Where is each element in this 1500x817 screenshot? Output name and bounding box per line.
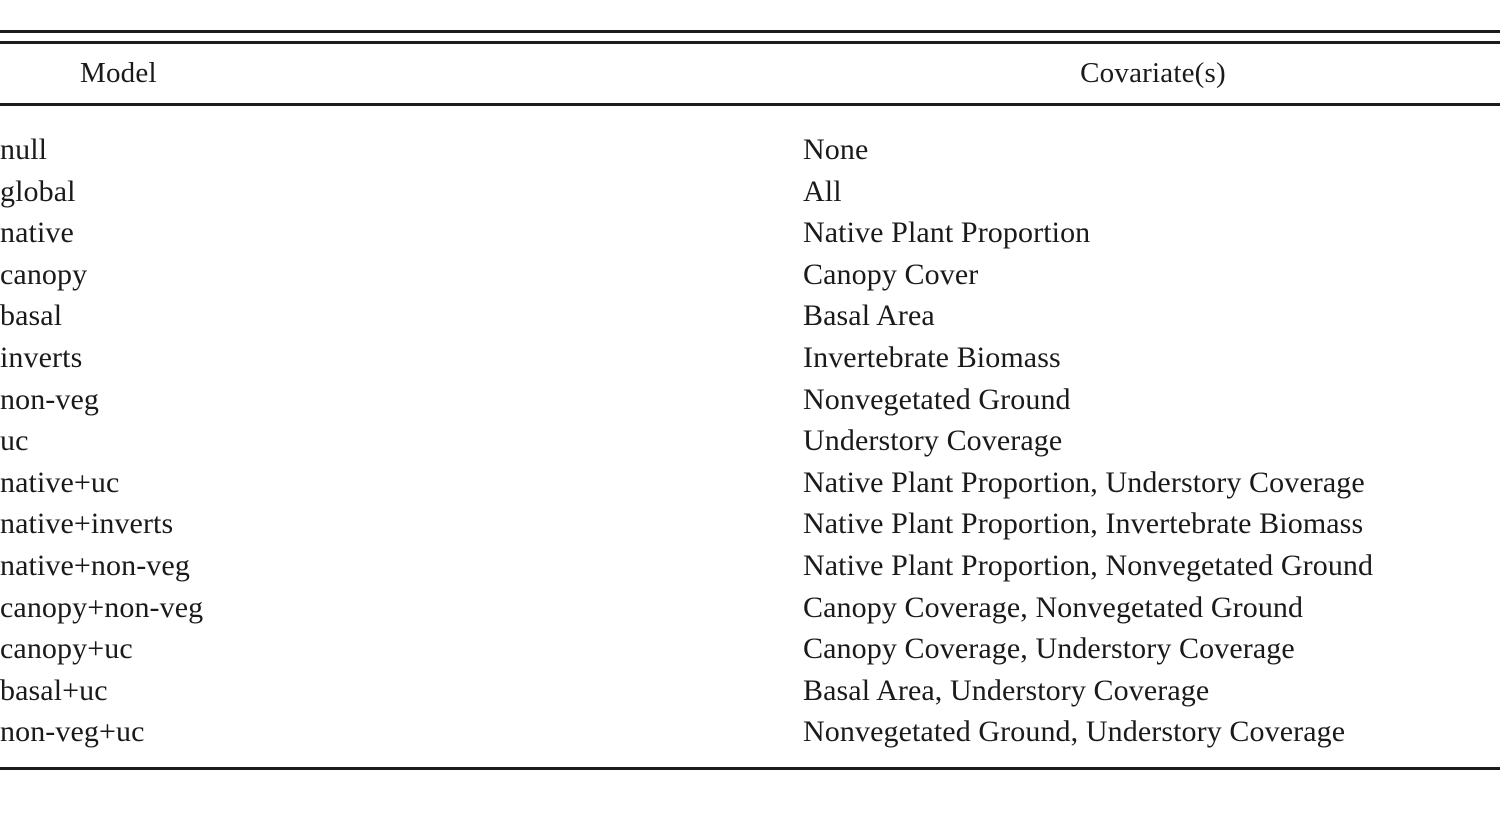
cell-model: native+inverts	[0, 507, 174, 541]
table-header-rule	[0, 103, 1500, 106]
cell-model: inverts	[0, 340, 83, 374]
cell-covariates: Basal Area, Understory Coverage	[803, 673, 1210, 707]
cell-model: non-veg	[0, 382, 100, 416]
cell-model: native+uc	[0, 465, 120, 499]
cell-covariates: None	[803, 133, 869, 166]
cell-model: basal+uc	[0, 673, 108, 707]
table-row: uc Understory Coverage	[0, 422, 1500, 464]
table-row: basal+uc Basal Area, Understory Coverage	[0, 672, 1500, 714]
cell-model: null	[0, 133, 48, 166]
table-body: null None global All native Native Plant Prop…	[0, 131, 1500, 755]
cell-model: canopy	[0, 257, 88, 291]
table-row: canopy Canopy Cover	[0, 256, 1500, 298]
cell-covariates: Nonvegetated Ground	[803, 382, 1071, 416]
table-row: global All	[0, 173, 1500, 215]
cell-covariates: Canopy Coverage, Nonvegetated Ground	[803, 590, 1304, 624]
cell-model: basal	[0, 299, 63, 333]
cell-covariates: Understory Coverage	[803, 424, 1063, 458]
column-header-covariates: Covariate(s)	[1080, 57, 1226, 89]
table-row: native+non-veg Native Plant Proportion, N…	[0, 547, 1500, 589]
cell-covariates: Invertebrate Biomass	[803, 340, 1061, 374]
cell-covariates: Canopy Cover	[803, 257, 979, 291]
table-row: canopy+uc Canopy Coverage, Understory Cov…	[0, 630, 1500, 672]
cell-covariates: Native Plant Proportion, Understory Cove…	[803, 465, 1365, 499]
cell-covariates: Nonvegetated Ground, Understory Coverage	[803, 715, 1346, 749]
table-header-row: Model Covariate(s)	[0, 44, 1500, 103]
model-covariate-table: Model Covariate(s) null None global All nati…	[0, 0, 1500, 817]
cell-covariates: Canopy Coverage, Understory Coverage	[803, 632, 1295, 666]
table-row: inverts Invertebrate Biomass	[0, 339, 1500, 381]
cell-covariates: Basal Area	[803, 299, 935, 333]
table-row: non-veg+uc Nonvegetated Ground, Understor…	[0, 713, 1500, 755]
table-row: basal Basal Area	[0, 297, 1500, 339]
cell-covariates: Native Plant Proportion, Nonvegetated Gr…	[803, 548, 1374, 582]
cell-covariates: All	[803, 174, 842, 208]
table-row: non-veg Nonvegetated Ground	[0, 381, 1500, 423]
cell-model: native	[0, 216, 74, 250]
cell-covariates: Native Plant Proportion	[803, 216, 1091, 250]
cell-model: non-veg+uc	[0, 715, 145, 749]
table-row: native+uc Native Plant Proportion, Unders…	[0, 464, 1500, 506]
cell-model: global	[0, 174, 76, 208]
table-row: native Native Plant Proportion	[0, 214, 1500, 256]
cell-model: canopy+uc	[0, 632, 133, 666]
table-row: null None	[0, 131, 1500, 173]
cell-model: uc	[0, 424, 29, 458]
cell-model: canopy+non-veg	[0, 590, 204, 624]
cell-model: native+non-veg	[0, 548, 190, 582]
table-top-rule-outer	[0, 30, 1500, 33]
table-bottom-rule	[0, 767, 1500, 770]
table-row: canopy+non-veg Canopy Coverage, Nonvegeta…	[0, 589, 1500, 631]
table-row: native+inverts Native Plant Proportion, I…	[0, 505, 1500, 547]
cell-covariates: Native Plant Proportion, Invertebrate Bi…	[803, 507, 1364, 541]
